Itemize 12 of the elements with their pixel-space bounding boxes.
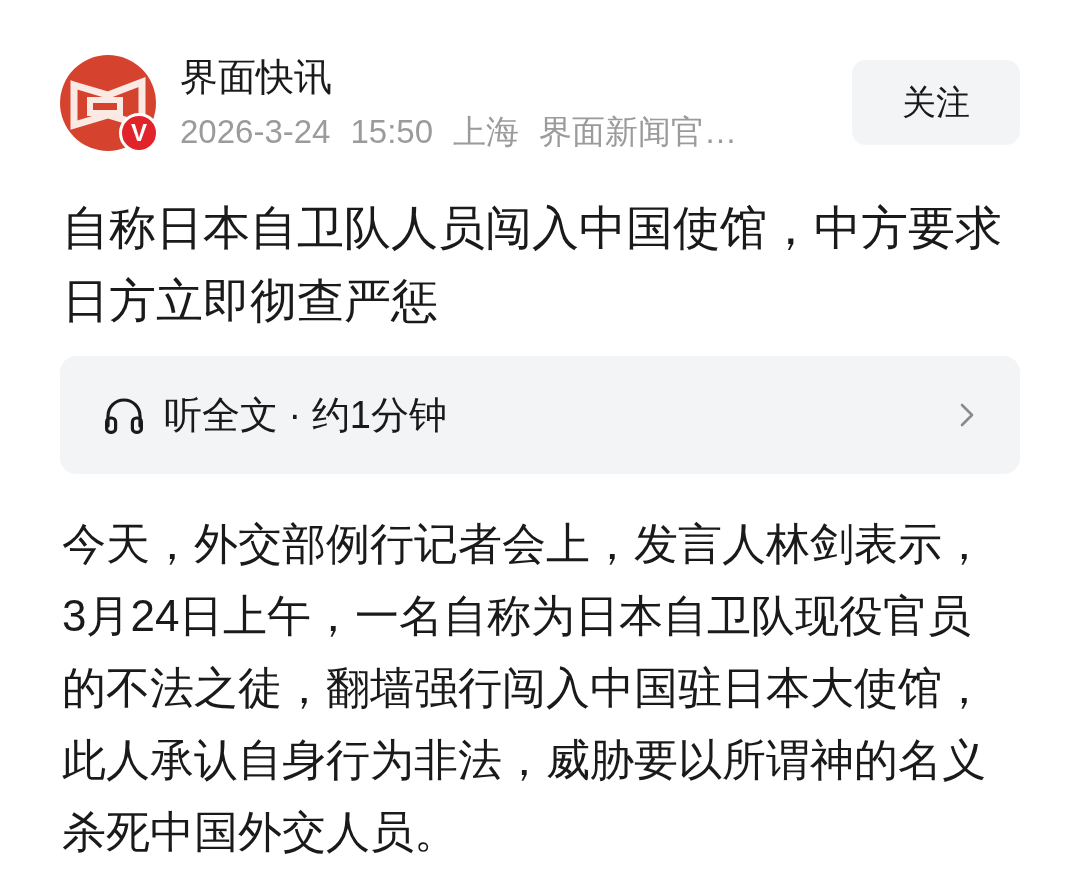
verified-badge: V bbox=[119, 113, 159, 153]
article-title: 自称日本自卫队人员闯入中国使馆，中方要求日方立即彻查严惩 bbox=[62, 200, 1003, 329]
post-source: 界面新闻官… bbox=[539, 112, 738, 152]
headphones-icon bbox=[104, 396, 144, 434]
chevron-right-icon bbox=[960, 403, 974, 427]
post-date: 2026-3-24 bbox=[180, 112, 331, 152]
post-location: 上海 bbox=[453, 112, 520, 152]
listen-bar[interactable]: 听全文 · 约1分钟 bbox=[60, 356, 1020, 474]
account-name: 界面快讯 bbox=[180, 55, 333, 100]
post-time: 15:50 bbox=[350, 112, 434, 152]
article-body: 今天，外交部例行记者会上，发言人林剑表示，3月24日上午，一名自称为日本自卫队现役官员的不法之徒，翻墙强行闯入中国驻日本大使馆，此人承认自身行为非法，威胁要以所谓神的名义杀死中国外交人员。 bbox=[62, 518, 987, 858]
follow-button[interactable]: 关注 bbox=[852, 60, 1020, 145]
